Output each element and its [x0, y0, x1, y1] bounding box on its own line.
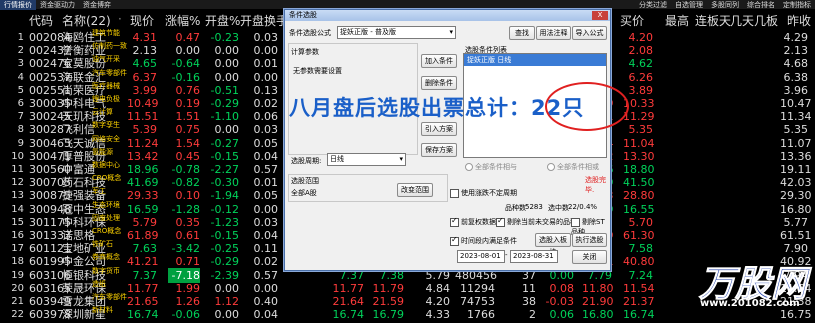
period-select[interactable]: 日线 ▾: [327, 153, 406, 166]
speed-cell: 0.06: [549, 308, 575, 322]
watermark-url: www.201082.com: [700, 298, 800, 309]
col-yest[interactable]: 昨收: [787, 12, 811, 29]
open-cell: 0.00: [214, 308, 240, 322]
hit-label: 选中数: [548, 204, 569, 212]
pre-restore-checkbox[interactable]: 前复权数据: [450, 216, 496, 227]
col-chg[interactable]: 涨幅%: [165, 12, 200, 29]
dialog-titlebar[interactable]: 条件选股 X: [285, 10, 610, 21]
row-number: 22: [11, 309, 24, 321]
and-radio[interactable]: 全部条件相与: [465, 162, 517, 172]
or-radio[interactable]: 全部条件相或: [547, 162, 599, 172]
date-sep: -: [505, 251, 508, 259]
summary-overlay-text: 八月盘后选股出票总计：22只: [289, 96, 585, 120]
col-buy[interactable]: 买价: [620, 12, 644, 29]
tab-quotes[interactable]: 行情报价: [0, 0, 36, 10]
col-dot: ·: [118, 12, 122, 26]
tab-multi[interactable]: 多股同列: [707, 0, 743, 10]
tab-filter[interactable]: 分类过滤: [635, 0, 671, 10]
col-lianban[interactable]: 连板天: [695, 12, 731, 29]
high-cell: 16.74: [623, 308, 655, 322]
status-text: 选股完毕.: [585, 176, 606, 194]
period-value: 日线: [330, 155, 344, 163]
change-range-button[interactable]: 改变范围: [397, 183, 433, 197]
chevron-down-icon: ▾: [399, 155, 403, 163]
tab-fund-game[interactable]: 资金博弈: [79, 0, 115, 10]
chevron-down-icon: ▾: [449, 28, 453, 36]
to-block-button[interactable]: 选股入板块: [535, 233, 571, 256]
formula-label: 条件选股公式: [289, 29, 331, 37]
table-row[interactable]: 22 603978 深圳新星 16.74 -0.06 0.00 0.04 16.74 16.79…: [0, 306, 815, 322]
col-days[interactable]: 几天几板: [730, 12, 778, 29]
find-button[interactable]: 查找: [509, 26, 535, 40]
amount-cell: 4.33: [425, 308, 451, 322]
col-price[interactable]: 现价: [130, 12, 154, 29]
concept-tag: 新材料: [92, 306, 113, 315]
tab-watchlist[interactable]: 自选管理: [671, 0, 707, 10]
top-tab-bar: 行情报价 资金驱动力 资金博弈 分类过滤 自选管理 多股同列 综合排名 定制指标: [0, 0, 815, 10]
formula-value: 捉妖正版 - 普及版: [340, 28, 396, 36]
change-cell: -0.06: [171, 308, 200, 322]
count-value: 5283: [525, 203, 543, 211]
col-high[interactable]: 最高: [665, 12, 689, 29]
ask-cell: 16.79: [372, 308, 405, 322]
tab-fund-drive[interactable]: 资金驱动力: [36, 0, 79, 10]
bid-cell: 16.74: [332, 308, 365, 322]
nonfixed-checkbox[interactable]: 使用涨跌不定周期: [450, 188, 517, 198]
tab-rank[interactable]: 综合排名: [743, 0, 779, 10]
intro-plan-button[interactable]: 引入方案: [421, 122, 457, 136]
date-to-field[interactable]: 2023-08-31: [510, 250, 558, 263]
period-label: 选股周期:: [291, 157, 322, 165]
date-from-field[interactable]: 2023-08-01: [457, 250, 505, 263]
save-plan-button[interactable]: 保存方案: [421, 143, 457, 157]
close-button[interactable]: 关闭: [572, 250, 607, 264]
turnover-cell: 0.04: [253, 308, 279, 322]
col-open[interactable]: 开盘%: [205, 12, 240, 29]
formula-select[interactable]: 捉妖正版 - 普及版 ▾: [337, 26, 456, 39]
range-label: 选股范围: [291, 177, 319, 185]
list-item[interactable]: 捉妖正版 日线: [464, 54, 606, 66]
highlight-circle: [545, 82, 629, 131]
range-value: 全部A股: [291, 189, 317, 197]
add-condition-button[interactable]: 加入条件: [421, 54, 457, 68]
hit-value: 22/0.4%: [568, 203, 598, 211]
buy-price-cell: 16.80: [582, 308, 614, 322]
help-button[interactable]: 用法注释: [536, 26, 571, 40]
del-untraded-checkbox[interactable]: 剔除当前未交易的品种: [496, 216, 577, 227]
hands-cell: 2: [529, 308, 536, 322]
volume-cell: 1766: [467, 308, 495, 322]
stock-screen-dialog: 条件选股 X 条件选股公式 捉妖正版 - 普及版 ▾ 查找 用法注释 导入公式 …: [284, 9, 611, 271]
price-cell: 16.74: [127, 308, 159, 322]
yesterday-cell: 16.75: [780, 308, 812, 322]
tab-indicators[interactable]: 定制指标: [779, 0, 815, 10]
col-code[interactable]: 代码: [29, 12, 53, 29]
params-text: 无参数需要设置: [293, 67, 342, 75]
close-icon[interactable]: X: [592, 11, 608, 20]
delete-condition-button[interactable]: 删除条件: [421, 76, 457, 90]
time-cond-checkbox[interactable]: 时间段内满足条件: [450, 235, 517, 246]
count-label: 品种数: [505, 204, 526, 212]
run-button[interactable]: 执行选股: [572, 233, 607, 247]
dialog-title: 条件选股: [289, 11, 317, 19]
params-label: 计算参数: [291, 48, 319, 56]
import-button[interactable]: 导入公式: [572, 26, 607, 40]
